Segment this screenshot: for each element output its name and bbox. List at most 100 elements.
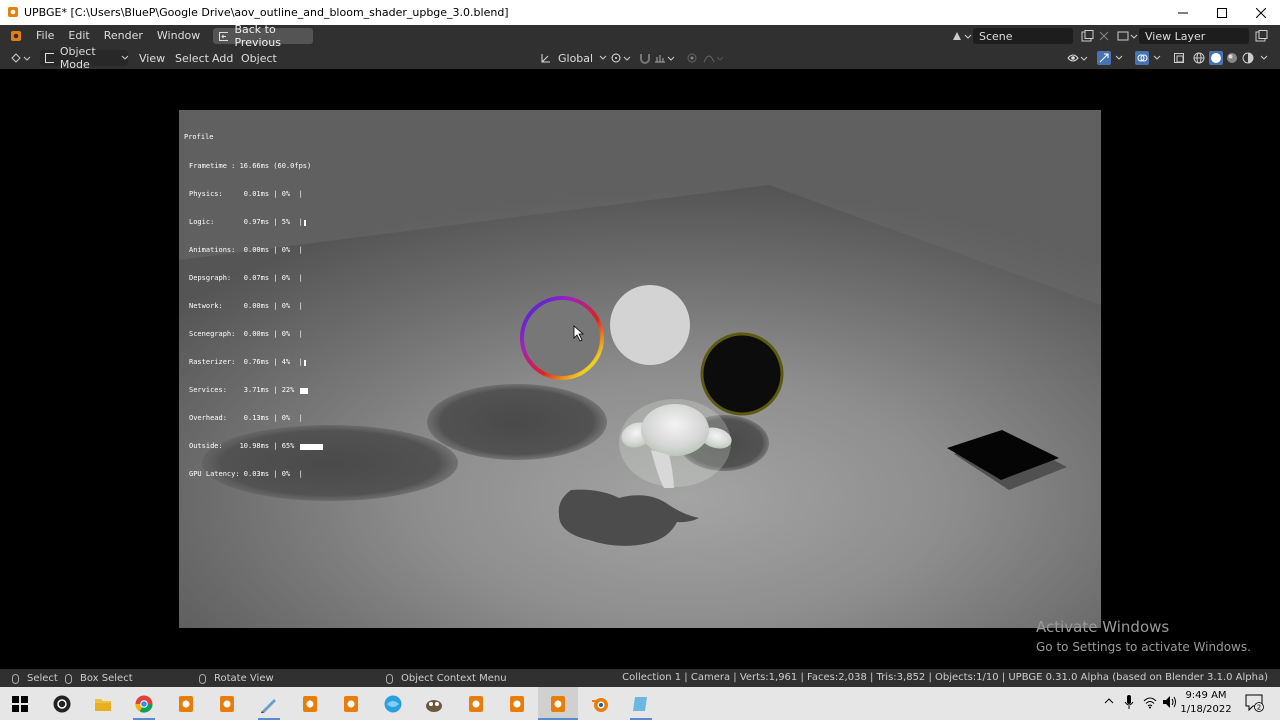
menu-add[interactable]: Add: [212, 50, 233, 66]
game-scene: [179, 110, 1101, 546]
close-button[interactable]: [1241, 0, 1280, 25]
rainbow-outline-sphere: [520, 296, 604, 380]
new-view-layer-icon[interactable]: [1255, 30, 1269, 42]
maximize-button[interactable]: [1202, 0, 1241, 25]
windows-start-button[interactable]: [10, 694, 30, 714]
taskbar-upbge-active[interactable]: [548, 694, 568, 714]
menu-view[interactable]: View: [139, 50, 165, 66]
gizmo-toggle[interactable]: [1097, 50, 1127, 66]
microphone-icon: [1124, 695, 1134, 709]
shading-wireframe-button[interactable]: [1193, 50, 1205, 66]
profile-row-text: Rasterizer: 0.76ms | 4% |: [189, 357, 303, 366]
proportional-edit-button[interactable]: [686, 50, 698, 66]
visibility-dropdown[interactable]: [1067, 50, 1089, 66]
blender-icon: [592, 698, 608, 712]
menu-render[interactable]: Render: [97, 25, 150, 47]
scene-name-field[interactable]: Scene: [973, 28, 1073, 44]
upbge-logo-icon: [8, 7, 18, 17]
upbge-icon: [220, 696, 234, 712]
profile-row-text: Depsgraph: 0.07ms | 0% |: [189, 273, 303, 282]
upbge-icon: [469, 696, 483, 712]
status-box-select-hint: Box Select: [65, 672, 133, 685]
scene-selector[interactable]: Scene: [951, 28, 1109, 44]
activate-windows-watermark: Activate Windows Go to Settings to activ…: [1036, 618, 1251, 654]
pivot-point-button[interactable]: [610, 50, 632, 66]
volume-tray-icon[interactable]: [1162, 695, 1178, 712]
transform-orientation-dropdown[interactable]: Global: [540, 50, 607, 66]
notification-center-button[interactable]: 2: [1245, 694, 1265, 715]
status-bar: Select Box Select Rotate View Object Con…: [0, 669, 1280, 687]
shading-solid-button[interactable]: [1209, 50, 1223, 66]
menu-window[interactable]: Window: [150, 25, 207, 47]
wireframe-sphere-icon: [1193, 52, 1205, 64]
taskbar-file-explorer[interactable]: [93, 694, 113, 714]
blender-logo-icon[interactable]: [10, 30, 22, 42]
profile-row-text: Physics: 0.01ms | 0% |: [189, 189, 303, 198]
falloff-curve-icon: [703, 55, 724, 63]
profile-row-network: Network: 0.00ms | 0% |: [184, 302, 311, 311]
taskbar-gimp[interactable]: [424, 694, 444, 714]
taskbar-clock[interactable]: 9:49 AM 1/18/2022: [1180, 689, 1232, 717]
notes-icon: [633, 697, 647, 711]
show-hidden-icons-button[interactable]: [1103, 695, 1115, 710]
delete-scene-icon[interactable]: [1099, 31, 1109, 41]
view-layer-name-field[interactable]: View Layer: [1139, 28, 1249, 44]
view-layer-selector[interactable]: View Layer: [1117, 28, 1275, 44]
chevron-up-icon: [1104, 698, 1114, 704]
shading-material-button[interactable]: [1226, 50, 1238, 66]
taskbar-upbge-3[interactable]: [300, 694, 320, 714]
chevron-down-icon: [122, 55, 129, 60]
shading-rendered-button[interactable]: [1242, 50, 1254, 66]
menu-object[interactable]: Object: [241, 50, 277, 66]
back-to-previous-label: Back to Previous: [234, 23, 281, 49]
menu-select[interactable]: Select: [175, 50, 209, 66]
taskbar-upbge-1[interactable]: [176, 694, 196, 714]
taskbar-pen-app[interactable]: [259, 694, 279, 714]
scene-icon: [953, 32, 972, 40]
network-tray-icon[interactable]: [1143, 695, 1157, 712]
taskbar-upbge-2[interactable]: [217, 694, 237, 714]
profile-row-services: Services: 3.71ms | 22%: [184, 386, 311, 395]
material-sphere-icon: [1227, 53, 1237, 63]
game-viewport[interactable]: [179, 110, 1101, 628]
falloff-dropdown[interactable]: [703, 50, 725, 66]
microphone-tray-icon[interactable]: [1124, 695, 1134, 712]
upbge-icon: [551, 696, 565, 712]
xray-toggle[interactable]: [1173, 50, 1185, 66]
taskbar-obs[interactable]: [52, 694, 72, 714]
taskbar-upbge-4[interactable]: [341, 694, 361, 714]
back-arrow-icon: [219, 31, 229, 41]
pen-icon: [261, 699, 276, 713]
back-to-previous-button[interactable]: Back to Previous: [213, 23, 313, 49]
white-sphere: [610, 285, 690, 365]
notification-count: 2: [1257, 704, 1261, 712]
chrome-icon: [135, 695, 153, 713]
profile-row-gpu-latency: GPU Latency: 0.03ms | 0% |: [184, 470, 311, 479]
overlay-toggle[interactable]: [1135, 50, 1165, 66]
taskbar-browser-2[interactable]: [383, 694, 403, 714]
profile-row-frametime: Frametime : 16.66ms (60.0fps): [184, 162, 311, 171]
gizmo-icon: [1097, 51, 1123, 65]
status-select-label: Select: [27, 673, 58, 684]
minimize-button[interactable]: [1163, 0, 1202, 25]
new-scene-icon[interactable]: [1081, 30, 1095, 42]
windows-taskbar: 9:49 AM 1/18/2022 2: [0, 687, 1280, 720]
menu-edit[interactable]: Edit: [61, 25, 96, 47]
taskbar-upbge-6[interactable]: [507, 694, 527, 714]
taskbar-blender[interactable]: [590, 694, 610, 714]
menu-file[interactable]: File: [29, 25, 61, 47]
profile-bar: [300, 444, 324, 451]
snap-target-dropdown[interactable]: [654, 50, 676, 66]
snap-button[interactable]: [638, 50, 652, 66]
taskbar-notes-app[interactable]: [631, 694, 651, 714]
object-mode-dropdown[interactable]: Object Mode: [40, 45, 129, 71]
shading-options-dropdown[interactable]: [1260, 50, 1268, 66]
globe-icon: [384, 695, 402, 713]
viewport-header: Object Mode View Select Add Object Globa…: [0, 45, 1280, 71]
taskbar-chrome[interactable]: [134, 694, 154, 714]
editor-type-button[interactable]: [10, 50, 32, 66]
profile-row-text: Logic: 0.97ms | 5% |: [189, 217, 303, 226]
taskbar-upbge-5[interactable]: [466, 694, 486, 714]
editor-type-icon: [11, 53, 31, 63]
snap-increment-icon: [655, 55, 675, 63]
